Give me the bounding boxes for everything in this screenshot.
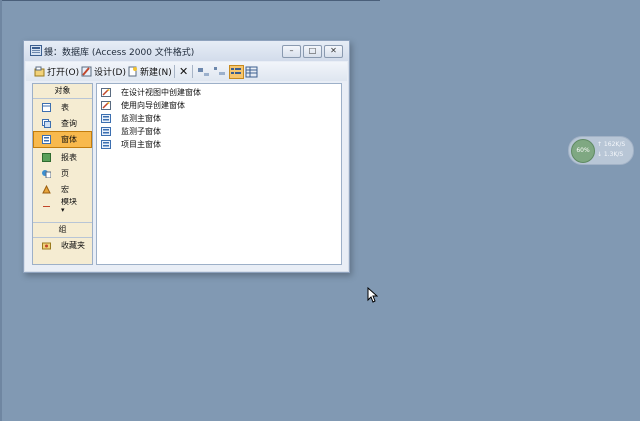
large-icons-icon[interactable] [197, 66, 210, 78]
form-icon [101, 140, 111, 149]
desktop-left-edge [0, 0, 2, 421]
maximize-button[interactable]: □ [303, 45, 322, 58]
sidebar-item-favorites[interactable]: 收藏夹 [34, 238, 91, 253]
new-icon [128, 66, 137, 77]
open-icon [34, 66, 45, 77]
list-item-label: 监测子窗体 [121, 127, 161, 136]
network-usage-circle: 60% [571, 139, 595, 163]
desktop-top-line [0, 0, 380, 1]
upload-speed: ↑ 162K/S [597, 141, 626, 148]
toolbar-separator [192, 65, 193, 78]
sidebar-item-macros[interactable]: 宏 [34, 182, 91, 197]
list-item-label: 项目主窗体 [121, 140, 161, 149]
download-speed: ↓ 1.3K/S [597, 151, 624, 158]
new-button[interactable]: 新建(N) [127, 65, 172, 78]
macro-icon [42, 185, 51, 194]
delete-button[interactable]: ✕ [179, 65, 188, 78]
database-icon [30, 45, 42, 56]
sidebar-item-label: 表 [61, 103, 69, 112]
list-item-label: 使用向导创建窗体 [121, 101, 185, 110]
objects-panel: 对象 表 查询 窗体 报表 页 宏 模块 ▾ 组 收藏夹 [32, 83, 93, 265]
toolbar-separator [174, 65, 175, 78]
database-window: 鏝：数据库 (Access 2000 文件格式) – □ ✕ 打开(O) 设计(… [23, 40, 350, 273]
small-icons-icon[interactable] [213, 66, 226, 78]
sidebar-item-label: 报表 [61, 153, 77, 162]
wizard-icon [101, 88, 111, 97]
table-icon [42, 103, 51, 112]
sidebar-item-forms[interactable]: 窗体 [33, 131, 92, 148]
form-icon [101, 127, 111, 136]
details-view-icon[interactable] [245, 66, 258, 78]
open-button[interactable]: 打开(O) [34, 65, 79, 78]
minimize-button[interactable]: – [282, 45, 301, 58]
more-objects-arrow: ▾ [61, 206, 65, 214]
sidebar-item-reports[interactable]: 报表 [34, 150, 91, 165]
sidebar-item-label: 查询 [61, 119, 77, 128]
wizard-icon [101, 101, 111, 110]
groups-header[interactable]: 组 [33, 222, 92, 238]
design-icon [81, 66, 92, 77]
close-button[interactable]: ✕ [324, 45, 343, 58]
favorites-folder-icon [42, 242, 51, 250]
sidebar-item-pages[interactable]: 页 [34, 166, 91, 181]
sidebar-item-label: 宏 [61, 185, 69, 194]
objects-header[interactable]: 对象 [33, 84, 92, 99]
more-objects-button[interactable]: ▾ [34, 206, 91, 214]
toolbar: 打开(O) 设计(D) 新建(N) ✕ [26, 62, 347, 81]
network-monitor-widget[interactable]: 60% ↑ 162K/S ↓ 1.3K/S [568, 136, 634, 165]
open-label: 打开(O) [47, 68, 80, 78]
sidebar-item-tables[interactable]: 表 [34, 100, 91, 115]
form-icon [101, 114, 111, 123]
list-view-icon[interactable] [229, 65, 244, 79]
network-usage-percent: 60% [576, 147, 590, 154]
sidebar-item-queries[interactable]: 查询 [34, 116, 91, 131]
window-title: 鏝：数据库 (Access 2000 文件格式) [44, 48, 195, 58]
forms-list: 在设计视图中创建窗体 使用向导创建窗体 监测主窗体 监测子窗体 项目主窗体 [96, 83, 342, 265]
design-label: 设计(D) [94, 68, 126, 78]
list-item-label: 监测主窗体 [121, 114, 161, 123]
design-button[interactable]: 设计(D) [81, 65, 126, 78]
query-icon [42, 119, 51, 128]
sidebar-item-label: 收藏夹 [61, 241, 85, 250]
form-icon [42, 135, 51, 144]
page-icon [42, 170, 51, 178]
list-item-label: 在设计视图中创建窗体 [121, 88, 201, 97]
report-icon [42, 153, 51, 162]
sidebar-item-label: 页 [61, 169, 69, 178]
new-label: 新建(N) [140, 68, 172, 78]
sidebar-item-label: 窗体 [61, 135, 77, 144]
mouse-cursor-icon [367, 287, 378, 303]
title-bar[interactable]: 鏝：数据库 (Access 2000 文件格式) – □ ✕ [24, 41, 349, 61]
